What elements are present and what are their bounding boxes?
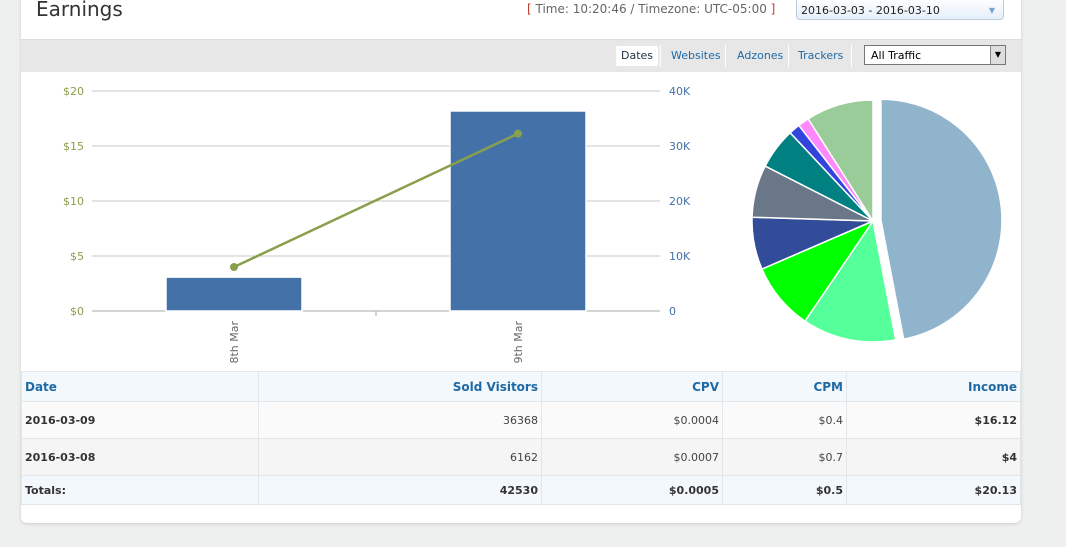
income-point	[514, 129, 522, 138]
cell-date: 2016-03-08	[21, 438, 259, 476]
col-date[interactable]: Date	[21, 371, 259, 402]
right-tick-label: 30K	[669, 140, 691, 153]
left-tick-label: $0	[70, 305, 84, 318]
col-sold-visitors[interactable]: Sold Visitors	[258, 371, 542, 402]
table-row: 2016-03-08 6162 $0.0007 $0.7 $4	[21, 438, 1021, 476]
cell-cpv: $0.0004	[541, 401, 723, 439]
right-tick-label: 40K	[669, 85, 691, 98]
total-income: $20.13	[846, 475, 1021, 505]
earnings-chart: $0 0 $5 10K $10 20K $15 30K $20 40K 8th Mar 9th Mar	[63, 85, 1003, 364]
left-tick-label: $20	[63, 85, 84, 98]
cell-cpv: $0.0007	[541, 438, 723, 476]
total-cpm: $0.5	[722, 475, 847, 505]
left-tick-label: $5	[70, 250, 84, 263]
cell-visitors: 6162	[258, 438, 542, 476]
income-point	[230, 263, 238, 271]
cell-date: 2016-03-09	[21, 401, 259, 439]
cell-income: $16.12	[846, 401, 1021, 439]
bar-1	[449, 110, 587, 312]
col-cpm[interactable]: CPM	[722, 371, 847, 402]
pie-slice-0	[880, 98, 1003, 340]
bar-0	[165, 276, 303, 312]
right-tick-label: 10K	[669, 250, 691, 263]
right-tick-label: 20K	[669, 195, 691, 208]
total-visitors: 42530	[258, 475, 542, 505]
right-tick-label: 0	[669, 305, 676, 318]
x-tick-label: 8th Mar	[228, 321, 241, 364]
col-cpv[interactable]: CPV	[541, 371, 723, 402]
earnings-table: Date Sold Visitors CPV CPM Income 2016-0…	[21, 371, 1021, 505]
cell-cpm: $0.7	[722, 438, 847, 476]
totals-row: Totals: 42530 $0.0005 $0.5 $20.13	[21, 475, 1021, 505]
cell-cpm: $0.4	[722, 401, 847, 439]
cell-visitors: 36368	[258, 401, 542, 439]
table-row: 2016-03-09 36368 $0.0004 $0.4 $16.12	[21, 401, 1021, 439]
cell-income: $4	[846, 438, 1021, 476]
col-income[interactable]: Income	[846, 371, 1021, 402]
total-cpv: $0.0005	[541, 475, 723, 505]
totals-label: Totals:	[21, 475, 259, 505]
x-tick-label: 9th Mar	[512, 321, 525, 364]
left-tick-label: $15	[63, 140, 84, 153]
left-tick-label: $10	[63, 195, 84, 208]
